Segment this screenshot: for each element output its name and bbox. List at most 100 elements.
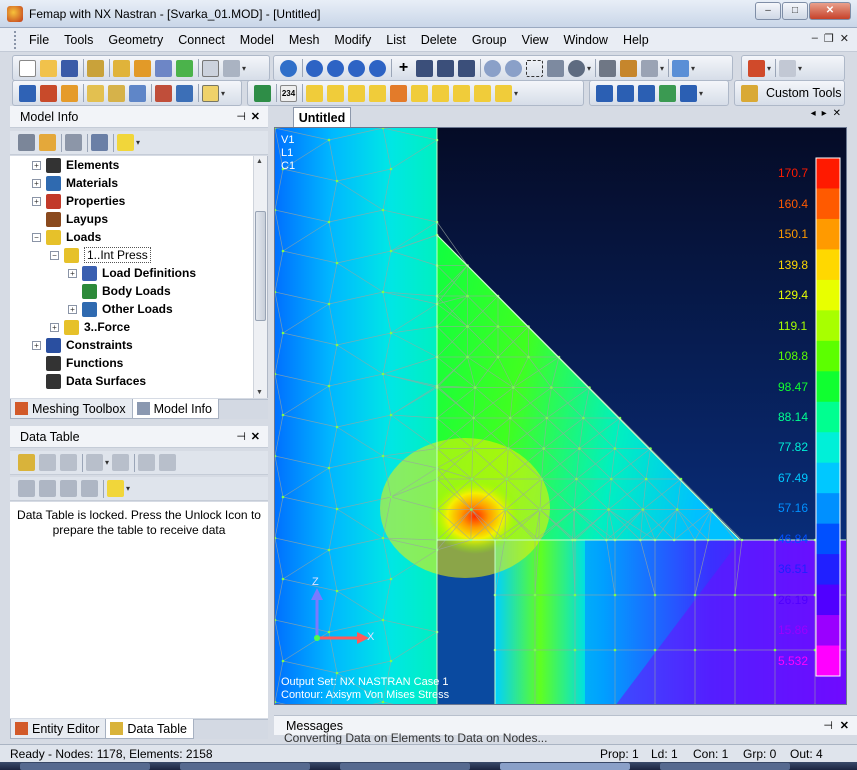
scrollbar-thumb[interactable] [255,211,266,321]
highlight-dropdown-icon[interactable]: ▾ [136,138,140,147]
pan-icon[interactable]: + [395,59,412,77]
analysis-icon[interactable] [87,59,104,77]
tree-expander-icon[interactable]: + [50,322,59,332]
columns-icon[interactable] [86,454,103,471]
view-select-icon[interactable] [280,59,297,77]
group-rows-icon[interactable] [159,454,177,471]
close-panel-icon[interactable]: ✕ [251,110,260,123]
menu-help[interactable]: Help [618,33,654,47]
workplane-icon[interactable] [87,84,104,102]
view-layout-dropdown-icon[interactable]: ▾ [660,64,664,73]
magnify-icon[interactable] [416,59,433,77]
tree-item[interactable]: + Other Loads [68,300,173,318]
taskbar-button[interactable] [180,763,310,770]
tree-item[interactable]: + Constraints [32,336,133,354]
add-data-icon[interactable] [39,454,56,471]
post-options-icon[interactable] [495,84,512,102]
highlight-dropdown-icon[interactable]: ▾ [126,484,130,493]
menubar-grip-icon[interactable] [14,30,18,49]
view-options-icon[interactable] [599,59,617,77]
layer-icon[interactable] [61,84,78,102]
pin-icon[interactable]: ⊣ [236,110,246,123]
menu-view[interactable]: View [517,33,554,47]
vector-icon[interactable] [348,84,365,102]
trace-icon[interactable] [453,84,470,102]
view-center-dropdown-icon[interactable]: ▾ [587,64,591,73]
mdi-minimize-button[interactable]: – [812,32,818,45]
tree-scrollbar[interactable]: ▲ ▼ [253,156,267,398]
freebody-icon[interactable] [390,84,407,102]
tree-expander-icon[interactable]: + [32,196,41,206]
new-file-icon[interactable] [19,59,36,77]
view-side-icon[interactable] [617,84,634,102]
tree-expander-icon[interactable]: + [32,340,41,350]
tab-model-info[interactable]: Model Info [131,399,219,419]
menu-delete[interactable]: Delete [416,33,462,47]
clear-icon[interactable] [112,454,130,471]
autoscale-icon[interactable] [437,59,454,77]
menu-modify[interactable]: Modify [329,33,376,47]
sort-icon[interactable] [138,454,156,471]
save-icon[interactable] [61,59,78,77]
fe-contour-plot[interactable] [275,128,847,705]
tab-data-table[interactable]: Data Table [105,719,194,739]
menu-mesh[interactable]: Mesh [284,33,325,47]
post-data-icon[interactable] [672,59,690,77]
move-icon[interactable] [91,134,108,151]
menu-model[interactable]: Model [235,33,279,47]
tree-item[interactable]: Body Loads [68,282,171,300]
tree-view-icon[interactable] [18,134,35,151]
picture-icon[interactable] [176,59,193,77]
tree-expander-icon[interactable]: + [68,268,77,278]
edit-icon[interactable] [202,84,219,102]
view-table-icon[interactable] [680,84,697,102]
close-button[interactable]: ✕ [809,2,851,20]
tree-expander-icon[interactable]: + [32,178,41,188]
close-panel-icon[interactable]: ✕ [840,719,849,732]
filter-clear-icon[interactable] [81,480,98,497]
zoom-out-icon[interactable] [505,59,522,77]
animate-icon[interactable] [474,84,491,102]
scroll-down-icon[interactable]: ▼ [256,389,263,396]
custom-tools-button[interactable]: Custom Tools [766,86,842,100]
filter-add-icon[interactable] [39,480,56,497]
tree-item[interactable]: − Loads [32,228,101,246]
custom-tools-icon[interactable] [741,84,758,102]
deform-scale-icon[interactable]: 234 [280,84,297,102]
iso-surface-icon[interactable] [411,84,428,102]
post-data-dropdown-icon[interactable]: ▾ [691,64,695,73]
maximize-button[interactable]: □ [782,2,808,20]
taskbar-button[interactable] [340,763,470,770]
tree-item[interactable]: Data Surfaces [32,372,146,390]
highlight-icon[interactable] [117,134,134,151]
rotate-right-icon[interactable] [327,59,344,77]
entity-select-icon[interactable] [155,84,172,102]
mdi-restore-button[interactable]: ❐ [824,32,834,45]
menu-window[interactable]: Window [558,33,612,47]
import-icon[interactable] [113,59,130,77]
entity-color-icon[interactable] [40,84,57,102]
graphics-viewport[interactable]: V1 L1 C1 Z X Output Set: NX NASTRAN Case… [274,127,847,705]
toolbar-overflow-icon[interactable]: ▾ [242,64,246,73]
tree-item[interactable]: − 1..Int Press [50,246,151,264]
tree-expander-icon[interactable]: − [32,232,41,242]
toolbar-overflow-icon[interactable]: ▾ [699,89,703,98]
taskbar-button[interactable] [20,763,150,770]
femap-app-icon[interactable] [7,5,23,22]
view-front-icon[interactable] [596,84,613,102]
view-layout-icon[interactable] [641,59,659,77]
select-entity-dropdown-icon[interactable]: ▾ [767,64,771,73]
pick-mode-icon[interactable] [779,59,797,77]
model-data-icon[interactable] [155,59,172,77]
minimize-button[interactable]: – [755,2,781,20]
taskbar-button[interactable] [660,763,790,770]
menu-connect[interactable]: Connect [173,33,230,47]
view-iso-icon[interactable] [638,84,655,102]
group-select-icon[interactable] [176,84,193,102]
regenerate-icon[interactable] [458,59,475,77]
tab-meshing-toolbox[interactable]: Meshing Toolbox [10,399,133,419]
taskbar-button-active[interactable] [500,763,630,770]
rotate-down-icon[interactable] [369,59,386,77]
table-icon[interactable] [129,84,146,102]
highlight-icon[interactable] [107,480,124,497]
